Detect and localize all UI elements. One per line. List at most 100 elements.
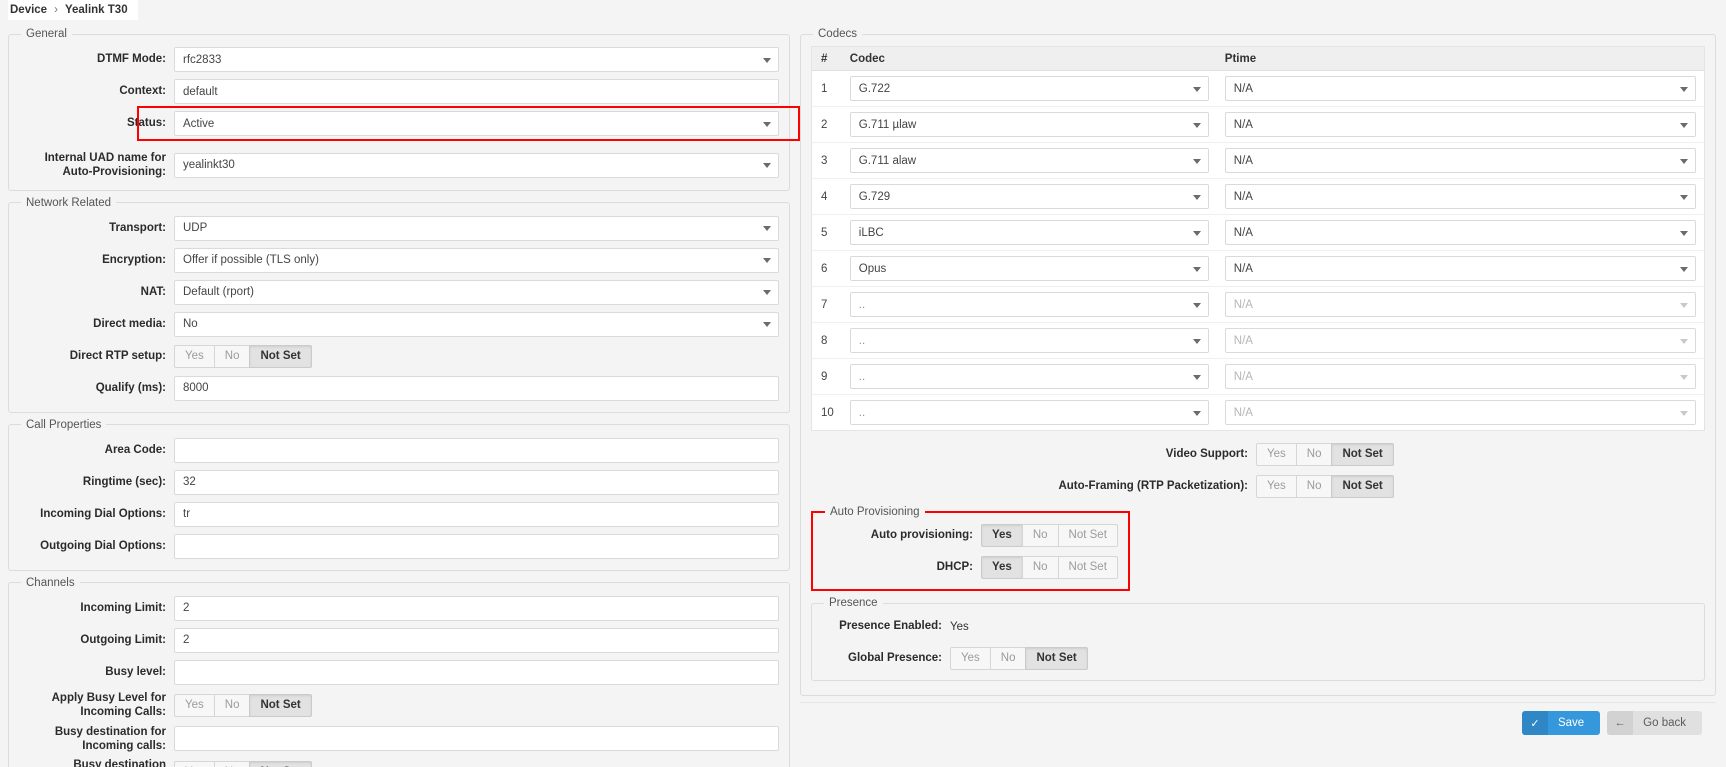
auto-framing-yes[interactable]: Yes — [1256, 475, 1297, 498]
call-properties-legend: Call Properties — [26, 418, 102, 431]
busy-destination-voicemail-no[interactable]: No — [213, 761, 251, 767]
global-presence-yes[interactable]: Yes — [950, 647, 991, 670]
codec-row: 3 G.711 alaw N/A — [811, 142, 1705, 179]
codec-cell: .. — [841, 394, 1217, 431]
direct-rtp-setup-yes[interactable]: Yes — [174, 344, 215, 368]
save-button[interactable]: ✓ Save — [1521, 711, 1601, 735]
ptime-select[interactable]: N/A — [1224, 220, 1696, 245]
auto-framing-notset[interactable]: Not Set — [1331, 475, 1394, 498]
field-busy-level: Busy level: — [19, 659, 779, 686]
codec-select[interactable]: G.711 µlaw — [849, 112, 1209, 137]
auto-provisioning-group[interactable]: Yes No Not Set — [981, 524, 1118, 547]
context-input[interactable]: default — [174, 79, 779, 104]
field-busy-destination-voicemail: Busy destination voicemail: Yes No Not S… — [19, 758, 779, 767]
codec-row: 1 G.722 N/A — [811, 70, 1705, 107]
codec-cell: .. — [841, 286, 1217, 323]
global-presence-group[interactable]: Yes No Not Set — [950, 647, 1088, 670]
global-presence-notset[interactable]: Not Set — [1025, 647, 1088, 670]
auto-provisioning-yes[interactable]: Yes — [981, 524, 1023, 547]
chevron-down-icon — [1192, 266, 1201, 272]
ptime-select[interactable]: N/A — [1224, 112, 1696, 137]
field-label: DTMF Mode: — [97, 53, 166, 66]
dtmf-mode-select[interactable]: rfc2833 — [174, 47, 779, 72]
video-support-no[interactable]: No — [1295, 443, 1333, 466]
apply-busy-level-no[interactable]: No — [213, 693, 251, 717]
codec-row: 7.. N/A — [811, 286, 1705, 323]
video-support-group[interactable]: Yes No Not Set — [1256, 443, 1394, 466]
chevron-down-icon — [1192, 86, 1201, 92]
field-nat: NAT: Default (rport) — [19, 279, 779, 306]
ptime-value: N/A — [1233, 406, 1253, 419]
auto-framing-group[interactable]: Yes No Not Set — [1256, 475, 1394, 498]
dhcp-yes[interactable]: Yes — [981, 556, 1023, 579]
go-back-button[interactable]: ← Go back — [1607, 711, 1702, 735]
codec-select[interactable]: G.722 — [849, 76, 1209, 101]
codec-select[interactable]: .. — [849, 292, 1209, 317]
ptime-select[interactable]: N/A — [1224, 148, 1696, 173]
busy-destination-voicemail-yes[interactable]: Yes — [174, 761, 215, 767]
codec-select[interactable]: .. — [849, 328, 1209, 353]
context-value: default — [183, 85, 218, 98]
breadcrumb-root[interactable]: Device — [10, 4, 47, 16]
ptime-select[interactable]: N/A — [1224, 256, 1696, 281]
direct-media-select[interactable]: No — [174, 311, 779, 337]
field-label: Busy destination voicemail: — [73, 759, 166, 767]
ptime-select[interactable]: N/A — [1224, 184, 1696, 209]
codecs-table: # Codec Ptime 1 G.722 N/A 2 G.711 µlaw N/A 3 G.… — [811, 46, 1705, 431]
outgoing-dial-options-input[interactable] — [174, 533, 779, 559]
codec-value: .. — [858, 298, 866, 311]
general-section: General DTMF Mode: rfc2833 Context: defa… — [8, 28, 800, 191]
codec-select[interactable]: .. — [849, 364, 1209, 389]
field-incoming-limit: Incoming Limit: 2 — [19, 595, 779, 622]
ringtime-value: 32 — [183, 476, 196, 489]
video-support-yes[interactable]: Yes — [1256, 443, 1297, 466]
outgoing-limit-input[interactable]: 2 — [174, 627, 779, 653]
auto-framing-no[interactable]: No — [1295, 475, 1333, 498]
encryption-select[interactable]: Offer if possible (TLS only) — [174, 247, 779, 273]
global-presence-no[interactable]: No — [989, 647, 1027, 670]
dhcp-notset[interactable]: Not Set — [1057, 556, 1118, 579]
qualify-ms-input[interactable]: 8000 — [174, 375, 779, 401]
codec-select[interactable]: iLBC — [849, 220, 1209, 245]
field-label: Ringtime (sec): — [82, 476, 166, 489]
codec-select[interactable]: .. — [849, 400, 1209, 425]
incoming-dial-options-input[interactable]: tr — [174, 501, 779, 527]
area-code-input[interactable] — [174, 437, 779, 463]
internal-uad-name-select[interactable]: yealinkt30 — [174, 152, 779, 178]
apply-busy-level-notset[interactable]: Not Set — [249, 693, 312, 717]
apply-busy-level-group[interactable]: Yes No Not Set — [174, 693, 312, 717]
ptime-cell: N/A — [1216, 106, 1705, 143]
ptime-value: N/A — [1233, 118, 1253, 131]
field-internal-uad-name: Internal UAD name for Auto-Provisioning:… — [19, 151, 779, 180]
codec-select[interactable]: G.711 alaw — [849, 148, 1209, 173]
codec-value: .. — [858, 406, 866, 419]
apply-busy-level-yes[interactable]: Yes — [174, 693, 215, 717]
dhcp-no[interactable]: No — [1021, 556, 1059, 579]
busy-destination-voicemail-notset[interactable]: Not Set — [249, 761, 312, 767]
incoming-limit-value: 2 — [183, 602, 190, 615]
direct-rtp-setup-notset[interactable]: Not Set — [249, 344, 312, 368]
transport-select[interactable]: UDP — [174, 215, 779, 241]
codec-select[interactable]: G.729 — [849, 184, 1209, 209]
presence-legend: Presence — [829, 597, 878, 609]
busy-level-input[interactable] — [174, 659, 779, 685]
busy-destination-incoming-input[interactable] — [174, 726, 779, 752]
ptime-select[interactable]: N/A — [1224, 76, 1696, 101]
direct-rtp-setup-group[interactable]: Yes No Not Set — [174, 344, 312, 368]
ptime-value: N/A — [1233, 154, 1253, 167]
incoming-limit-input[interactable]: 2 — [174, 595, 779, 621]
video-support-notset[interactable]: Not Set — [1331, 443, 1394, 466]
chevron-down-icon — [1192, 230, 1201, 236]
busy-destination-voicemail-group[interactable]: Yes No Not Set — [174, 761, 312, 767]
nat-select[interactable]: Default (rport) — [174, 279, 779, 305]
dhcp-group[interactable]: Yes No Not Set — [981, 556, 1118, 579]
field-auto-framing: Auto-Framing (RTP Packetization): Yes No… — [811, 473, 1705, 500]
ptime-cell: N/A — [1216, 322, 1705, 359]
field-label: DHCP: — [936, 561, 973, 574]
auto-provisioning-no[interactable]: No — [1021, 524, 1059, 547]
ringtime-input[interactable]: 32 — [174, 469, 779, 495]
auto-provisioning-notset[interactable]: Not Set — [1057, 524, 1118, 547]
codec-select[interactable]: Opus — [849, 256, 1209, 281]
status-select[interactable]: Active — [174, 111, 779, 136]
direct-rtp-setup-no[interactable]: No — [213, 344, 251, 368]
